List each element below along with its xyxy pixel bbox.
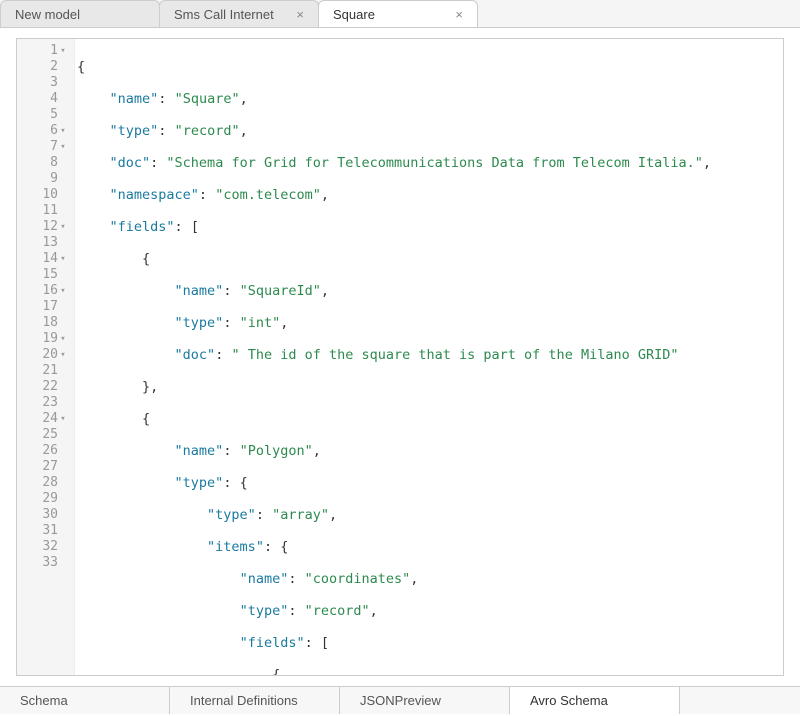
code-line[interactable]: "type": "record",	[75, 603, 783, 619]
tab-label: Sms Call Internet	[174, 7, 274, 22]
code-content[interactable]: { "name": "Square", "type": "record", "d…	[75, 39, 783, 675]
code-editor[interactable]: 1▾ 2 3 4 5 6▾ 7▾ 8 9 10 11 12▾ 13 14▾ 15…	[16, 38, 784, 676]
tab-internal-definitions[interactable]: Internal Definitions	[170, 687, 340, 714]
fold-icon[interactable]: ▾	[58, 283, 68, 299]
code-line[interactable]: {	[75, 59, 783, 75]
code-line[interactable]: "doc": "Schema for Grid for Telecommunic…	[75, 155, 783, 171]
code-line[interactable]: "fields": [	[75, 219, 783, 235]
bottom-tab-bar: Schema Internal Definitions JSONPreview …	[0, 686, 800, 714]
code-line[interactable]: {	[75, 411, 783, 427]
tab-json-preview[interactable]: JSONPreview	[340, 687, 510, 714]
fold-icon[interactable]: ▾	[58, 411, 68, 427]
code-line[interactable]: },	[75, 379, 783, 395]
code-line[interactable]: "fields": [	[75, 635, 783, 651]
tab-avro-schema[interactable]: Avro Schema	[510, 687, 680, 714]
code-line[interactable]: "name": "Square",	[75, 91, 783, 107]
code-line[interactable]: "name": "coordinates",	[75, 571, 783, 587]
close-icon[interactable]: ×	[455, 7, 463, 22]
code-line[interactable]: "name": "Polygon",	[75, 443, 783, 459]
fold-icon[interactable]: ▾	[58, 251, 68, 267]
code-line[interactable]: "type": "int",	[75, 315, 783, 331]
tab-label: New model	[15, 7, 80, 22]
fold-icon[interactable]: ▾	[58, 139, 68, 155]
top-tab-bar: New model Sms Call Internet × Square ×	[0, 0, 800, 28]
tab-label: Square	[333, 7, 375, 22]
code-line[interactable]: "type": "record",	[75, 123, 783, 139]
close-icon[interactable]: ×	[296, 7, 304, 22]
fold-icon[interactable]: ▾	[58, 219, 68, 235]
code-line[interactable]: "type": {	[75, 475, 783, 491]
code-line[interactable]: "doc": " The id of the square that is pa…	[75, 347, 783, 363]
fold-icon[interactable]: ▾	[58, 123, 68, 139]
tab-square[interactable]: Square ×	[318, 0, 478, 27]
fold-icon[interactable]: ▾	[58, 347, 68, 363]
line-number-gutter: 1▾ 2 3 4 5 6▾ 7▾ 8 9 10 11 12▾ 13 14▾ 15…	[17, 39, 75, 675]
fold-icon[interactable]: ▾	[58, 331, 68, 347]
code-line[interactable]: {	[75, 667, 783, 675]
tab-sms-call-internet[interactable]: Sms Call Internet ×	[159, 0, 319, 27]
code-line[interactable]: "type": "array",	[75, 507, 783, 523]
tab-new-model[interactable]: New model	[0, 0, 160, 27]
code-line[interactable]: "namespace": "com.telecom",	[75, 187, 783, 203]
fold-icon[interactable]: ▾	[58, 43, 68, 59]
code-line[interactable]: {	[75, 251, 783, 267]
code-line[interactable]: "name": "SquareId",	[75, 283, 783, 299]
code-line[interactable]: "items": {	[75, 539, 783, 555]
tab-schema[interactable]: Schema	[0, 687, 170, 714]
